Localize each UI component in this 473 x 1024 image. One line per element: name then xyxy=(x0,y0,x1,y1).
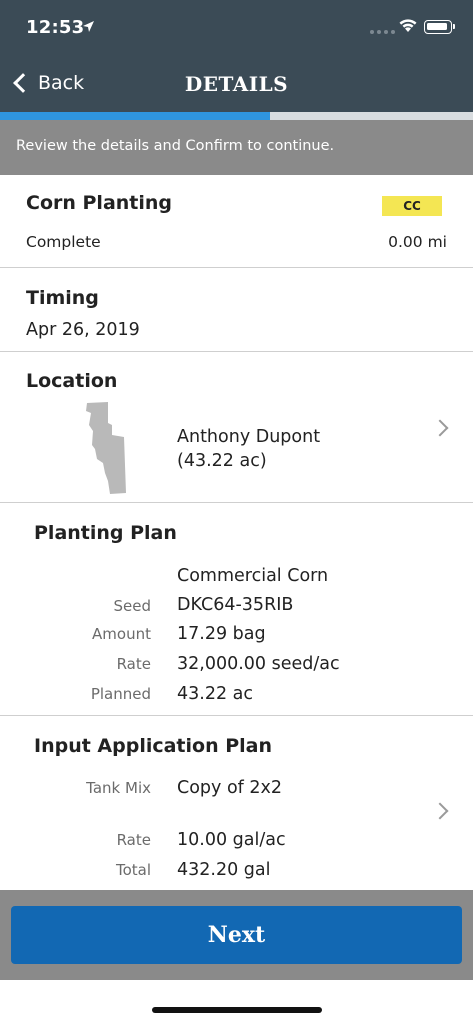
app-header: 12:53 Back DETAILS xyxy=(0,0,473,112)
location-section[interactable]: Location Anthony Dupont (43.22 ac) xyxy=(0,352,473,503)
planting-row-label: Seed xyxy=(113,597,152,615)
planting-row-value: 17.29 bag xyxy=(177,624,266,644)
input-row-value: 10.00 gal/ac xyxy=(177,830,286,850)
chevron-right-icon xyxy=(431,802,449,820)
home-indicator xyxy=(152,1007,322,1013)
timing-title: Timing xyxy=(26,287,99,309)
input-row-label: Rate xyxy=(116,831,151,849)
next-button[interactable]: Next xyxy=(11,906,462,964)
signal-dots-icon xyxy=(370,30,395,34)
location-title: Location xyxy=(26,370,118,392)
planting-row-label: Planned xyxy=(90,685,151,703)
activity-distance: 0.00 mi xyxy=(388,233,447,251)
nav-bar: Back DETAILS xyxy=(0,56,473,112)
instruction-banner: Review the details and Confirm to contin… xyxy=(0,120,473,175)
location-arrow-icon xyxy=(82,20,95,37)
field-boundary-thumbnail xyxy=(84,401,128,499)
planting-row-value: 32,000.00 seed/ac xyxy=(177,654,340,674)
planting-product: Commercial Corn xyxy=(177,566,329,586)
planting-row-label: Amount xyxy=(92,625,151,643)
input-row-label: Tank Mix xyxy=(86,779,151,797)
status-time: 12:53 xyxy=(26,17,85,38)
input-plan-title: Input Application Plan xyxy=(34,735,273,757)
location-field-area: (43.22 ac) xyxy=(177,451,267,471)
location-field-name: Anthony Dupont xyxy=(177,427,321,447)
progress-bar xyxy=(0,112,473,120)
progress-bar-fill xyxy=(0,112,270,120)
activity-title: Corn Planting xyxy=(26,192,173,214)
chevron-right-icon xyxy=(431,419,449,437)
input-row-label: Total xyxy=(115,861,151,879)
timing-section: Timing Apr 26, 2019 xyxy=(0,268,473,352)
status-bar: 12:53 xyxy=(0,0,473,56)
activity-status: Complete xyxy=(26,233,101,251)
planting-row-value: 43.22 ac xyxy=(177,684,254,704)
timing-date: Apr 26, 2019 xyxy=(26,320,140,340)
crop-badge: CC xyxy=(382,196,442,216)
input-row-value: Copy of 2x2 xyxy=(177,778,283,798)
wifi-icon xyxy=(398,17,418,33)
planting-row-value: DKC64-35RIB xyxy=(177,595,294,615)
input-application-section[interactable]: Input Application Plan Tank Mix Copy of … xyxy=(0,716,473,890)
input-row-value: 432.20 gal xyxy=(177,860,271,880)
planting-row-label: Rate xyxy=(116,655,151,673)
page-title: DETAILS xyxy=(184,72,289,96)
planting-plan-title: Planting Plan xyxy=(34,522,177,544)
planting-plan-section: Planting Plan Commercial Corn Seed DKC64… xyxy=(0,503,473,716)
battery-icon xyxy=(424,20,455,34)
activity-summary-section: Corn Planting Complete 0.00 mi xyxy=(0,175,473,268)
